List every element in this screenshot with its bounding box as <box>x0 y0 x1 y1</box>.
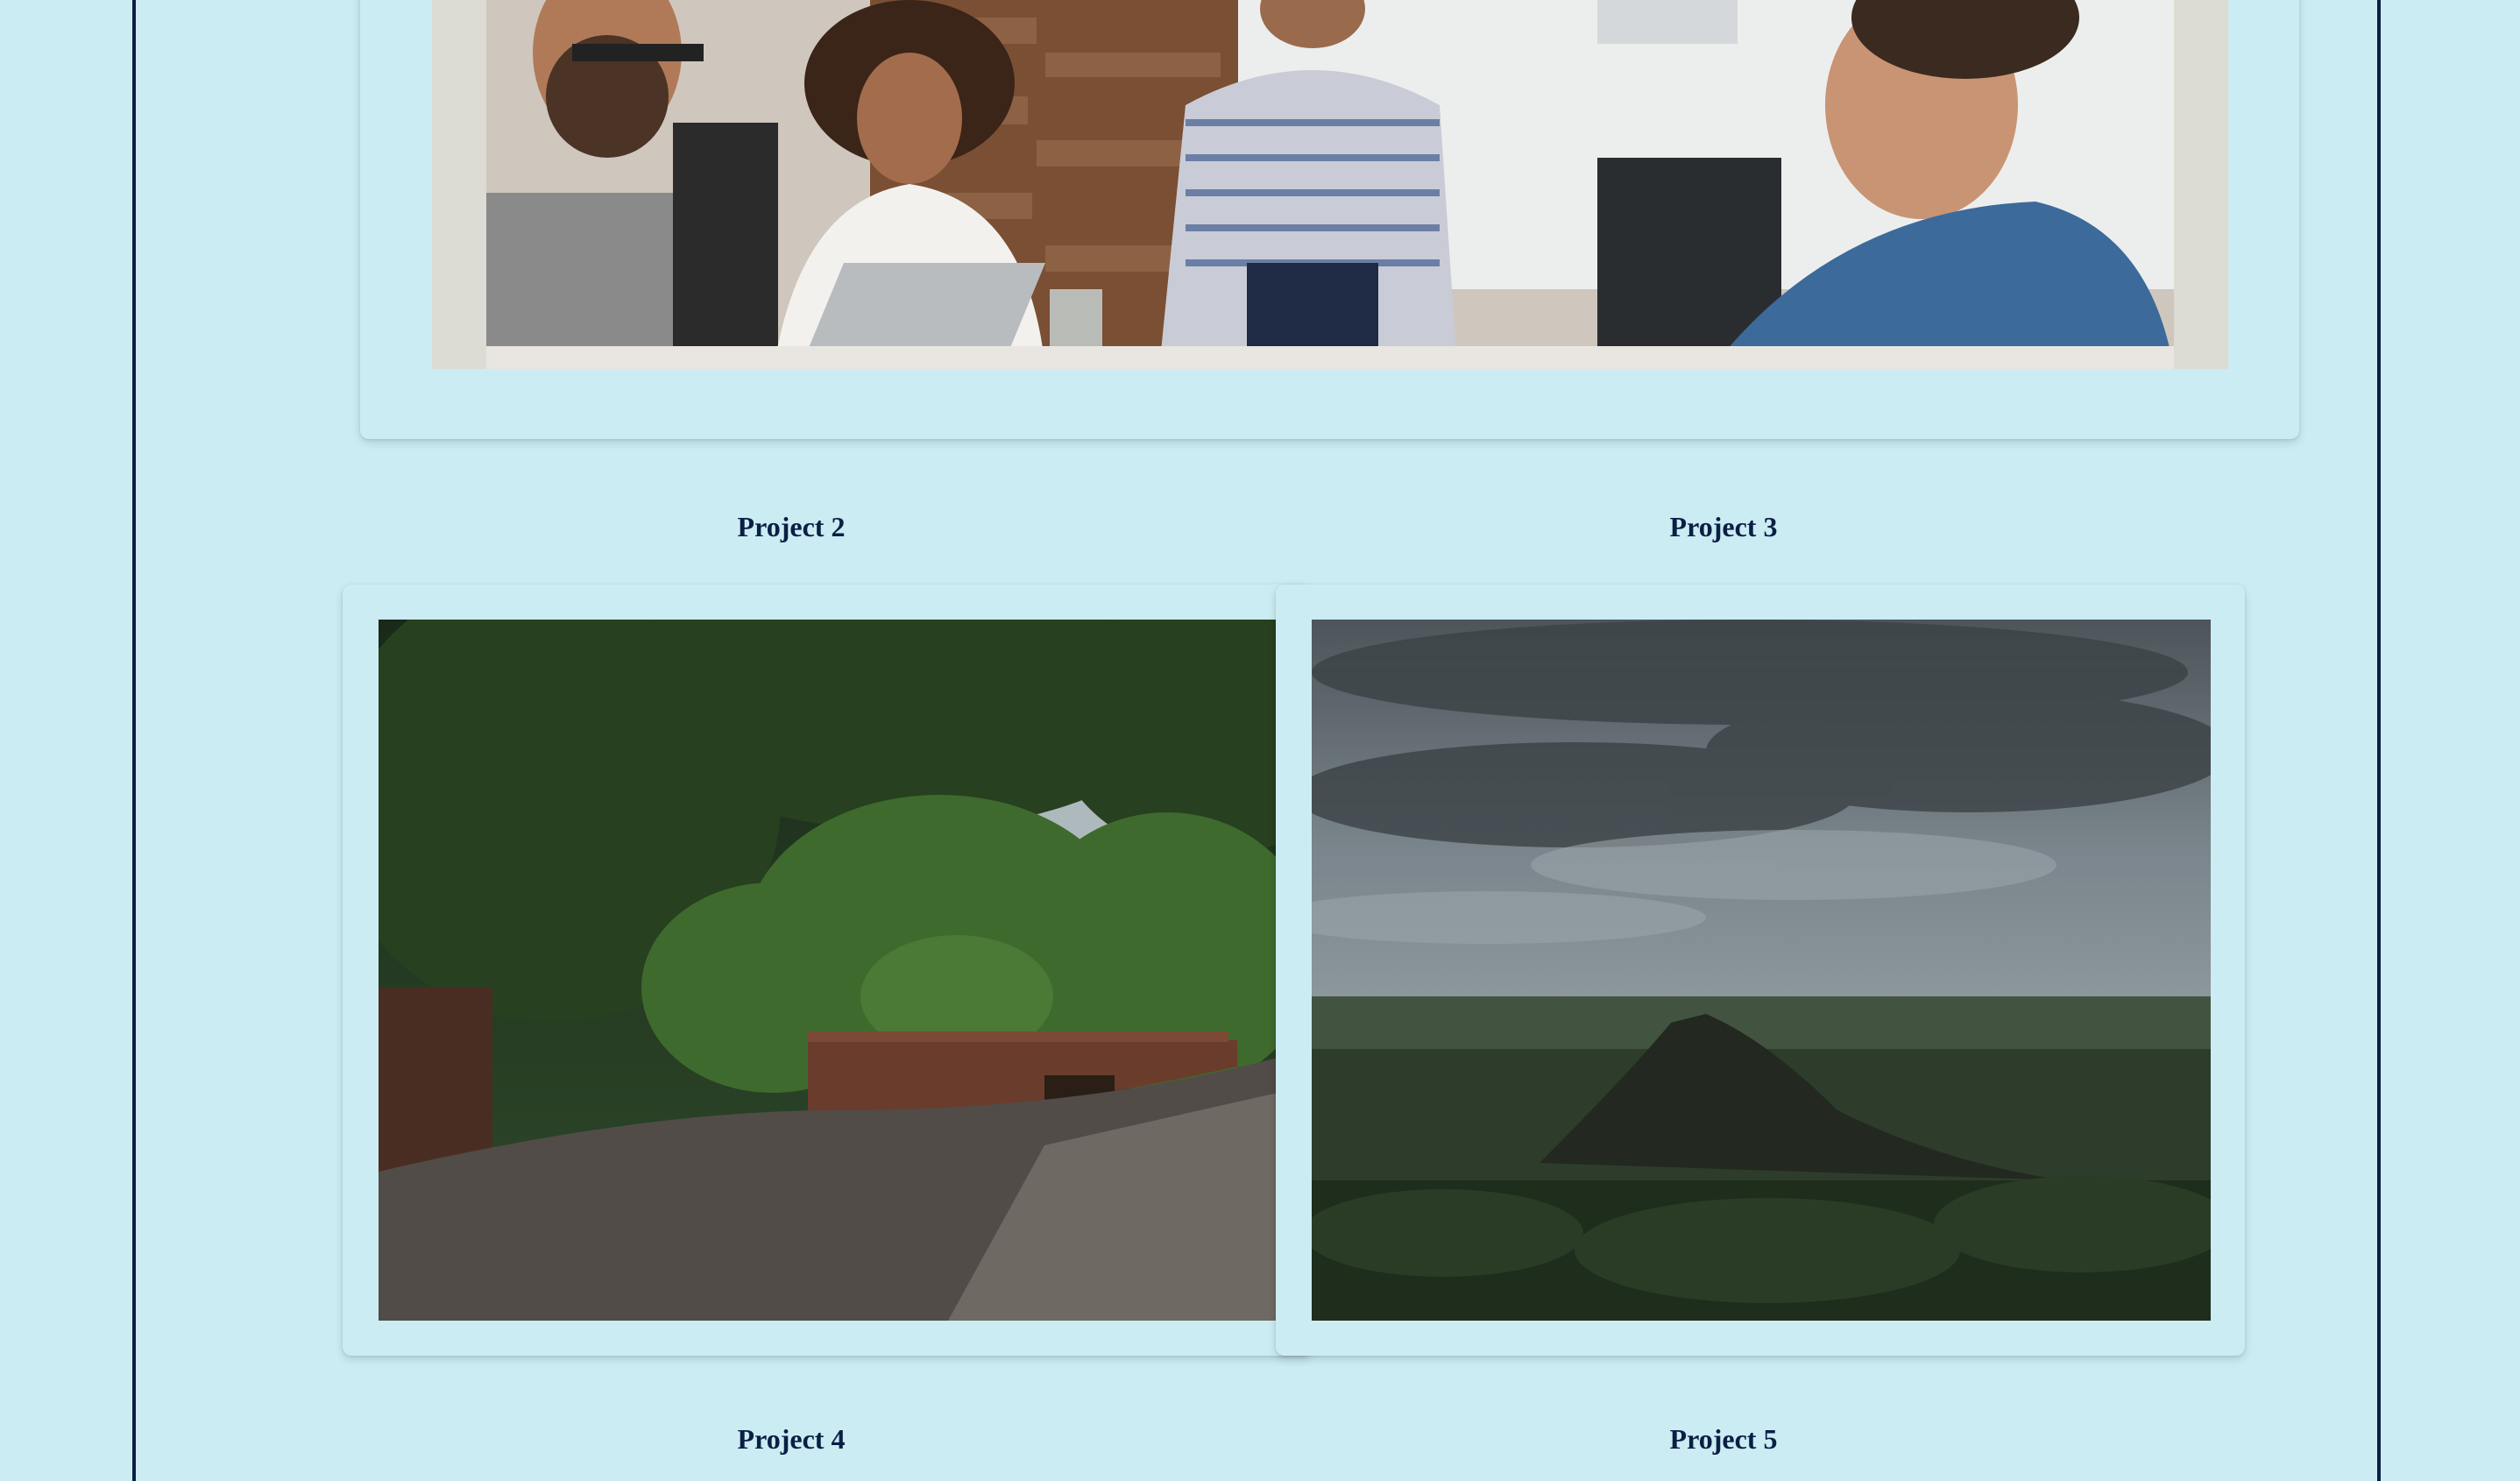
mountain-landscape-photo <box>1312 620 2211 1321</box>
project-title-2: Project 2 <box>737 511 846 542</box>
project-card-3[interactable] <box>1276 585 2245 1356</box>
project-title-3: Project 3 <box>1669 511 1778 542</box>
project-card-2[interactable] <box>343 585 1312 1356</box>
project-title-5: Project 5 <box>1669 1423 1778 1455</box>
featured-project-card <box>360 0 2299 439</box>
team-meeting-photo <box>432 0 2228 369</box>
tree-lined-path-photo <box>379 620 1278 1321</box>
project-title-4: Project 4 <box>737 1423 846 1455</box>
